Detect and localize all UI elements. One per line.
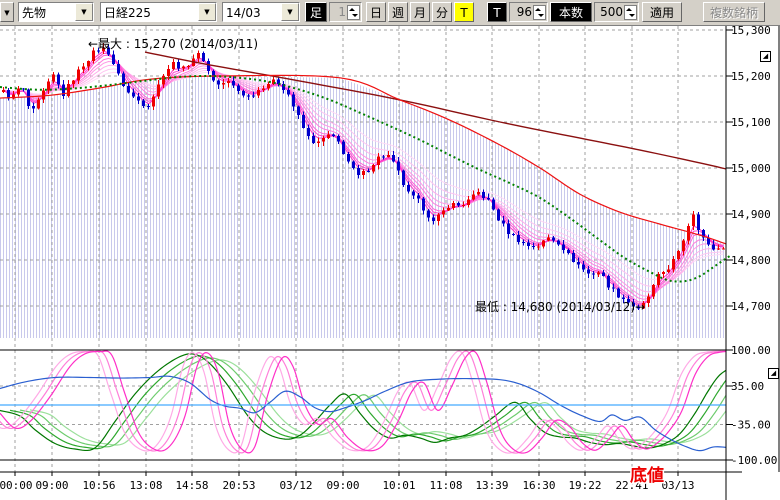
min-price-annotation: 最低 : 14,680 (2014/03/12)→ <box>475 300 645 314</box>
toolbar: ▼ 先物 ▼ 日経225 ▼ 14/03 ▼ 足 1 日 週 月 分 T T 9… <box>0 0 780 26</box>
tick-mode-button-active[interactable]: T <box>454 2 474 22</box>
svg-text:10:56: 10:56 <box>82 479 115 492</box>
svg-text:35.00: 35.00 <box>731 380 764 393</box>
svg-text:14,900: 14,900 <box>731 208 771 221</box>
chart-canvas[interactable]: 15,300 15,200 15,100 15,000 14,900 14,800 14,7… <box>0 25 780 500</box>
spinner-icon[interactable] <box>347 5 360 20</box>
ashi-interval-value: 1 <box>338 3 347 21</box>
svg-text:-35.00: -35.00 <box>731 418 771 431</box>
apply-button[interactable]: 適用 <box>642 2 682 22</box>
oscillator-panel-expand-icon[interactable]: ◢ <box>768 368 779 379</box>
weekly-button[interactable]: 週 <box>388 2 408 22</box>
svg-text:20:53: 20:53 <box>222 479 255 492</box>
ashi-interval-stepper[interactable]: 1 <box>329 2 362 22</box>
instrument-type-value: 先物 <box>19 3 75 21</box>
bar-count-button[interactable]: 本数 <box>550 2 592 22</box>
svg-text:11:08: 11:08 <box>429 479 462 492</box>
instrument-type-combo[interactable]: 先物 ▼ <box>18 2 94 22</box>
svg-text:16:30: 16:30 <box>522 479 555 492</box>
tick-count-value: 96 <box>517 3 533 21</box>
svg-text:15,300: 15,300 <box>731 25 771 37</box>
monthly-button[interactable]: 月 <box>410 2 430 22</box>
svg-text:14,800: 14,800 <box>731 254 771 267</box>
svg-text:03/12: 03/12 <box>279 479 312 492</box>
spinner-icon[interactable] <box>533 5 546 20</box>
svg-text:19:22: 19:22 <box>568 479 601 492</box>
contract-month-value: 14/03 <box>223 3 281 21</box>
price-and-oscillator-chart[interactable]: 15,300 15,200 15,100 15,000 14,900 14,800 14,7… <box>0 25 780 500</box>
svg-text:09:00: 09:00 <box>35 479 68 492</box>
svg-text:14:58: 14:58 <box>175 479 208 492</box>
chart-application-window: { "toolbar": { "edge_dropdown": "▼", "co… <box>0 0 780 500</box>
chevron-down-icon[interactable]: ▼ <box>75 3 93 21</box>
tick-count-button[interactable]: T <box>487 2 507 22</box>
chevron-down-icon[interactable]: ▼ <box>198 3 216 21</box>
svg-text:15,000: 15,000 <box>731 162 771 175</box>
svg-text:-100.00: -100.00 <box>731 454 777 467</box>
bar-count-stepper[interactable]: 500 <box>594 2 639 22</box>
svg-text:10:01: 10:01 <box>382 479 415 492</box>
chevron-down-icon[interactable]: ▼ <box>281 3 299 21</box>
oscillator-curves <box>0 351 765 453</box>
minute-button[interactable]: 分 <box>432 2 452 22</box>
time-x-axis: 00:0009:0010:5613:0814:5820:5303/1209:00… <box>0 472 695 492</box>
symbol-combo[interactable]: 日経225 ▼ <box>100 2 217 22</box>
svg-text:00:00: 00:00 <box>0 479 33 492</box>
spinner-icon[interactable] <box>624 5 637 20</box>
svg-text:100.00: 100.00 <box>731 344 771 357</box>
svg-text:03/13: 03/13 <box>661 479 694 492</box>
svg-text:15,100: 15,100 <box>731 116 771 129</box>
price-y-axis: 15,300 15,200 15,100 15,000 14,900 14,800 14,7… <box>726 25 777 467</box>
svg-text:14,700: 14,700 <box>731 300 771 313</box>
price-panel-expand-icon[interactable]: ◢ <box>760 51 771 62</box>
ashi-button[interactable]: 足 <box>305 2 327 22</box>
svg-text:13:39: 13:39 <box>475 479 508 492</box>
daily-button[interactable]: 日 <box>366 2 386 22</box>
svg-text:13:08: 13:08 <box>129 479 162 492</box>
bar-count-value: 500 <box>600 3 624 21</box>
bottom-value-annotation: 底値 <box>630 465 664 486</box>
striped-background <box>0 76 726 338</box>
contract-month-combo[interactable]: 14/03 ▼ <box>222 2 300 22</box>
max-price-annotation: ←最大 : 15,270 (2014/03/11) <box>88 37 258 51</box>
svg-text:09:00: 09:00 <box>326 479 359 492</box>
edge-dropdown-button[interactable]: ▼ <box>0 2 14 22</box>
symbol-value: 日経225 <box>101 3 198 21</box>
svg-text:15,200: 15,200 <box>731 70 771 83</box>
tick-count-stepper[interactable]: 96 <box>509 2 548 22</box>
multi-symbol-button[interactable]: 複数銘柄 <box>703 2 765 22</box>
